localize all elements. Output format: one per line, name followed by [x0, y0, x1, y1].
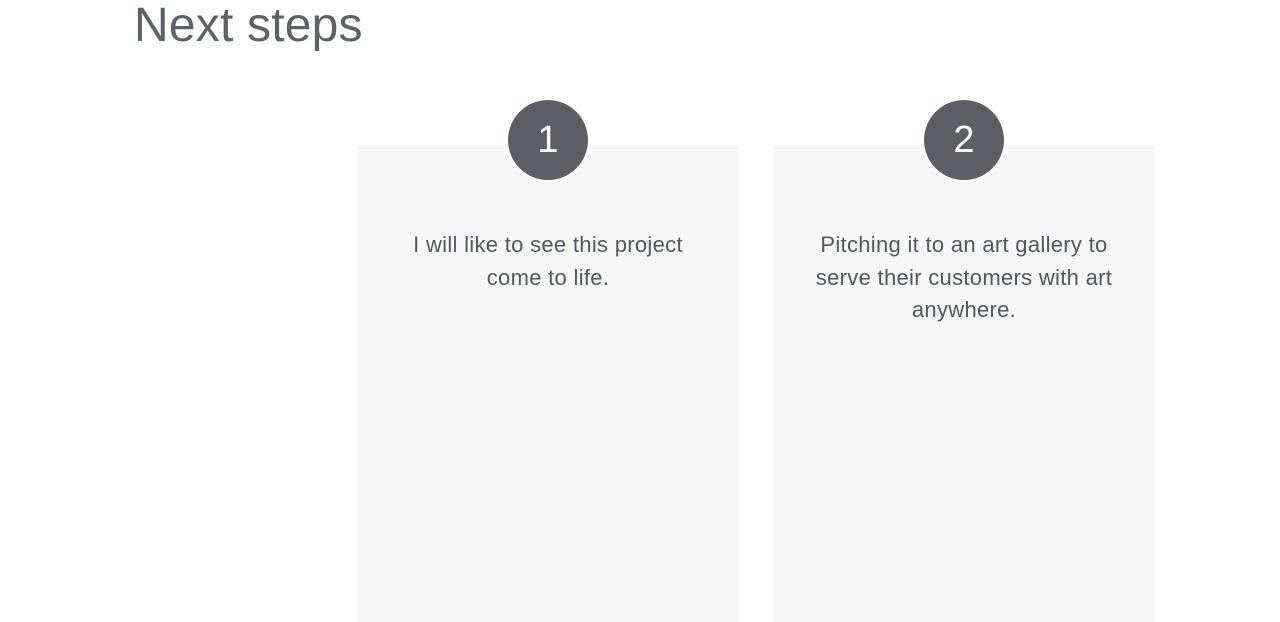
step-card-2: Pitching it to an art gallery to serve t…: [773, 145, 1155, 622]
step-2-number-badge: 2: [924, 100, 1004, 180]
slide: Next steps I will like to see this proje…: [0, 0, 1280, 622]
step-2-text: Pitching it to an art gallery to serve t…: [815, 232, 1113, 322]
step-1-text: I will like to see this project come to …: [413, 232, 683, 290]
step-card-1: I will like to see this project come to …: [357, 145, 739, 622]
slide-title: Next steps: [134, 0, 363, 52]
step-1-number-badge: 1: [508, 100, 588, 180]
